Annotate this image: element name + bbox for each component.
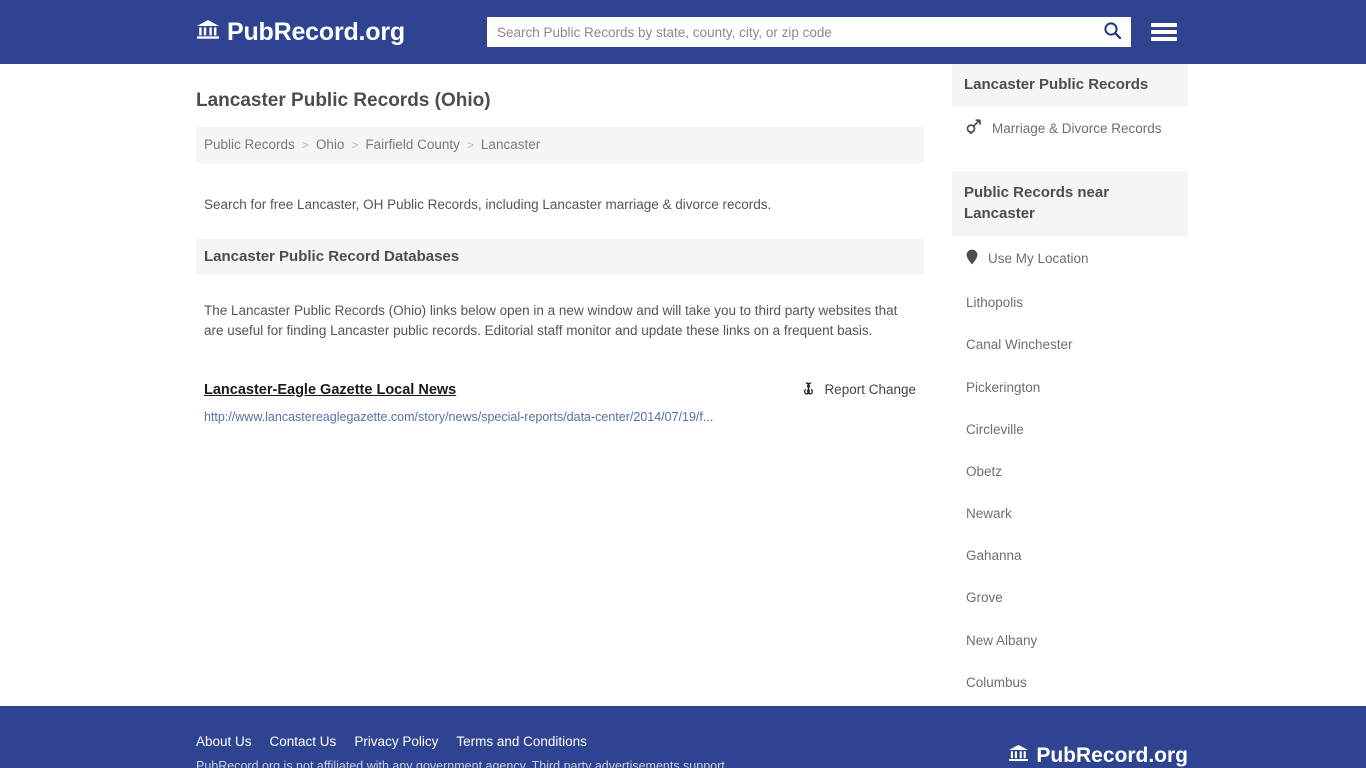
breadcrumb-item-fairfield-county[interactable]: Fairfield County [365,137,460,152]
hamburger-bar [1150,23,1177,27]
breadcrumb-item-ohio[interactable]: Ohio [316,137,345,152]
nearby-panel-list: Use My Location Lithopolis Canal Winches… [952,236,1188,704]
nearby-panel: Public Records near Lancaster Use My Loc… [952,171,1188,704]
records-panel-heading: Lancaster Public Records [952,64,1188,107]
report-change-label: Report Change [824,382,916,398]
sidebar-item-label: Obetz [966,463,1003,479]
sidebar-item-label: Use My Location [988,250,1089,266]
sidebar-item-new-albany[interactable]: New Albany [952,620,1188,662]
sidebar-item-circleville[interactable]: Circleville [952,409,1188,451]
footer-inner: About Us Contact Us Privacy Policy Terms… [0,706,1366,767]
sidebar-item-marriage-divorce-records[interactable]: Marriage & Divorce Records [952,106,1188,151]
footer-links: About Us Contact Us Privacy Policy Terms… [196,734,587,749]
map-pin-icon [966,249,978,269]
result-title-link[interactable]: Lancaster-Eagle Gazette Local News [204,382,456,398]
venus-mars-icon [966,119,982,138]
page-title: Lancaster Public Records (Ohio) [196,90,491,111]
sidebar-item-label: Gahanna [966,548,1022,564]
hamburger-menu-icon[interactable] [1150,21,1177,43]
panel-spacer [952,151,1188,171]
nearby-panel-heading: Public Records near Lancaster [952,171,1188,236]
footer-link-contact-us[interactable]: Contact Us [270,734,337,749]
sidebar-item-gahanna[interactable]: Gahanna [952,535,1188,577]
sidebar-item-label: Circleville [966,421,1024,437]
footer-link-privacy-policy[interactable]: Privacy Policy [354,734,438,749]
report-change-button[interactable]: Report Change [801,381,916,399]
content-container: Lancaster Public Records (Ohio) Public R… [0,64,1366,704]
breadcrumb-separator-icon: > [301,137,309,152]
breadcrumb-item-public-records[interactable]: Public Records [204,137,295,152]
databases-section-heading: Lancaster Public Record Databases [196,238,924,274]
sidebar-item-grove[interactable]: Grove [952,577,1188,619]
sidebar-item-use-my-location[interactable]: Use My Location [952,236,1188,282]
sidebar-item-label: Lithopolis [966,295,1024,311]
breadcrumb-item-lancaster[interactable]: Lancaster [481,137,540,152]
sidebar-item-newark[interactable]: Newark [952,493,1188,535]
page-body: Lancaster Public Records (Ohio) Public R… [0,64,1366,706]
footer-logo-text: PubRecord.org [1036,744,1188,767]
footer-link-about-us[interactable]: About Us [196,734,252,749]
sidebar-item-label: Grove [966,590,1003,606]
sidebar-item-label: Pickerington [966,379,1041,395]
header-inner: PubRecord.org [0,17,1366,47]
sidebar-item-lithopolis[interactable]: Lithopolis [952,282,1188,324]
sidebar-item-label: Columbus [966,674,1027,690]
breadcrumb: Public Records > Ohio > Fairfield County… [196,126,924,163]
sidebar-item-label: Newark [966,506,1012,522]
sidebar-item-label: Marriage & Divorce Records [992,120,1162,136]
sidebar: Lancaster Public Records Marriage & Divo… [952,64,1188,704]
sidebar-item-label: Canal Winchester [966,337,1073,353]
footer-logo[interactable]: PubRecord.org [1008,744,1188,767]
hamburger-bar [1150,30,1177,34]
hamburger-bar [1150,37,1177,41]
search-icon [1103,21,1122,43]
records-panel: Lancaster Public Records Marriage & Divo… [952,64,1188,151]
sidebar-item-pickerington[interactable]: Pickerington [952,367,1188,409]
sidebar-item-canal-winchester[interactable]: Canal Winchester [952,324,1188,366]
site-logo-text: PubRecord.org [227,17,405,46]
main-column: Lancaster Public Records (Ohio) Public R… [196,64,924,704]
bank-institution-icon [1008,744,1029,767]
site-footer: About Us Contact Us Privacy Policy Terms… [0,706,1366,768]
sidebar-item-columbus[interactable]: Columbus [952,662,1188,704]
records-panel-list: Marriage & Divorce Records [952,106,1188,151]
site-logo[interactable]: PubRecord.org [196,19,405,46]
bank-institution-icon [196,19,220,46]
search-button[interactable] [1101,20,1125,44]
result-item: Lancaster-Eagle Gazette Local News Repor… [196,355,924,424]
footer-disclaimer: PubRecord.org is not affiliated with any… [196,759,725,768]
result-header-row: Lancaster-Eagle Gazette Local News Repor… [204,381,916,399]
breadcrumb-separator-icon: > [351,137,359,152]
search-bar [486,17,1131,47]
search-input[interactable] [486,17,1131,47]
sidebar-item-label: New Albany [966,632,1038,648]
footer-link-terms-and-conditions[interactable]: Terms and Conditions [456,734,587,749]
sidebar-item-obetz[interactable]: Obetz [952,451,1188,493]
breadcrumb-separator-icon: > [466,137,474,152]
result-url-link[interactable]: http://www.lancastereaglegazette.com/sto… [204,399,916,424]
databases-description: The Lancaster Public Records (Ohio) link… [204,303,898,339]
page-intro-text: Search for free Lancaster, OH Public Rec… [204,197,772,213]
site-header: PubRecord.org [0,0,1366,64]
broken-link-icon [801,381,816,399]
